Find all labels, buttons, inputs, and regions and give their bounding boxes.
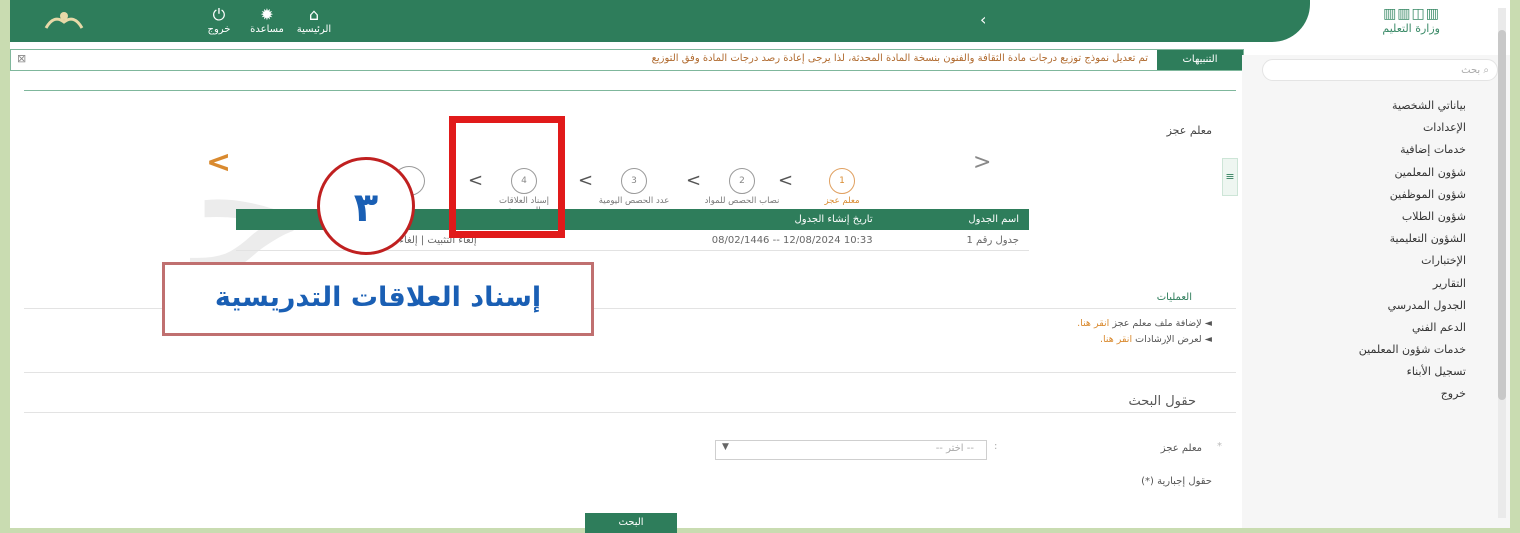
divider [24, 372, 1236, 373]
search-button[interactable]: البحث [585, 513, 677, 533]
ticker-tag: التنبيهات [1157, 50, 1243, 70]
content-top-border [24, 90, 1236, 91]
teacher-field-label: معلم عجز [1160, 443, 1202, 454]
chevron-down-icon: ▼ [722, 442, 729, 452]
field-colon: : [994, 441, 998, 452]
sidebar-item-child-registration[interactable]: تسجيل الأبناء [1242, 361, 1510, 383]
app-frame: ﺣ ⏻ خروج ✹ مساعدة ⌂ الرئيسية ‹ ▥▥◫▥ وز [10, 0, 1510, 533]
step-label: نصاب الحصص للمواد [704, 196, 780, 206]
guidelines-link[interactable]: انقر هنا. [1100, 334, 1132, 345]
search-section-title: حقول البحث [1128, 394, 1196, 409]
teacher-select[interactable]: ▼ -- اختر -- [715, 440, 987, 460]
sidebar-search-input[interactable]: بحث ⌕ [1262, 59, 1498, 81]
sidebar-menu: بياناتي الشخصية الإعدادات خدمات إضافية ش… [1242, 95, 1510, 406]
close-icon[interactable]: ⊠ [17, 52, 26, 65]
page-title: معلم عجز [1166, 124, 1212, 137]
gear-icon: ✹ [260, 5, 274, 24]
column-header: اسم الجدول [882, 209, 1029, 230]
logout-label: خروج [207, 24, 231, 35]
power-icon: ⏻ [212, 5, 226, 24]
add-teacher-operation: ◄ لإضافة ملف معلم عجز انقر هنا. [1077, 318, 1212, 329]
step-number: 3 [621, 168, 647, 194]
sidebar-item-tech-support[interactable]: الدعم الفني [1242, 317, 1510, 339]
sidebar-item-extra-services[interactable]: خدمات إضافية [1242, 139, 1510, 161]
wizard-step-3[interactable]: 3 عدد الحصص اليومية [594, 168, 674, 206]
divider [24, 412, 1236, 413]
home-icon: ⌂ [308, 5, 320, 24]
sidebar-item-educational-affairs[interactable]: الشؤون التعليمية [1242, 228, 1510, 250]
step-number: 2 [729, 168, 755, 194]
sidebar-item-school-schedule[interactable]: الجدول المدرسي [1242, 295, 1510, 317]
callout-label: إسناد العلاقات التدريسية [162, 262, 594, 336]
home-button[interactable]: ⌂ الرئيسية [290, 5, 338, 36]
sidebar-item-students[interactable]: شؤون الطلاب [1242, 206, 1510, 228]
noor-logo-icon [44, 12, 84, 29]
step-label: معلم عجز [824, 196, 860, 206]
sidebar-item-employees[interactable]: شؤون الموظفين [1242, 184, 1510, 206]
help-label: مساعدة [250, 24, 284, 35]
ticker-text[interactable]: تم تعديل نموذج توزيع درجات مادة الثقافة … [652, 53, 1148, 64]
sidebar-item-exams[interactable]: الإختبارات [1242, 250, 1510, 272]
search-icon: ⌕ [1483, 65, 1489, 76]
step-number-callout: ٣ [317, 157, 415, 255]
required-fields-note: (*) حقول إجبارية [1141, 476, 1212, 487]
step-label: عدد الحصص اليومية [598, 196, 670, 206]
step-number: 1 [829, 168, 855, 194]
guidelines-operation: ◄ لعرض الإرشادات انقر هنا. [1100, 334, 1212, 345]
table-cell: جدول رقم 1 [882, 230, 1029, 251]
step-arrow-icon: < [578, 170, 594, 191]
operation-text: ◄ لعرض الإرشادات [1135, 334, 1212, 345]
sidebar-item-settings[interactable]: الإعدادات [1242, 117, 1510, 139]
wizard-step-1[interactable]: 1 معلم عجز [802, 168, 882, 206]
step-arrow-icon: < [686, 170, 702, 191]
required-marker: * [1217, 441, 1222, 452]
sidebar: بحث ⌕ بياناتي الشخصية الإعدادات خدمات إض… [1242, 55, 1510, 528]
operations-title: العمليات [1156, 292, 1192, 303]
operation-text: ◄ لإضافة ملف معلم عجز [1112, 318, 1212, 329]
select-placeholder: -- اختر -- [935, 443, 974, 454]
wizard-next-arrow-icon[interactable]: < [206, 145, 231, 180]
sidebar-toggle-handle[interactable]: ≡ [1222, 158, 1238, 196]
top-bar-green: ⏻ خروج ✹ مساعدة ⌂ الرئيسية ‹ [10, 0, 1310, 42]
sidebar-item-logout[interactable]: خروج [1242, 383, 1510, 405]
highlight-box [449, 116, 565, 238]
wizard-step-2[interactable]: 2 نصاب الحصص للمواد [702, 168, 782, 206]
sidebar-item-personal[interactable]: بياناتي الشخصية [1242, 95, 1510, 117]
search-placeholder: بحث [1461, 65, 1481, 76]
add-teacher-link[interactable]: انقر هنا. [1077, 318, 1109, 329]
help-button[interactable]: ✹ مساعدة [243, 5, 291, 36]
ministry-name: وزارة التعليم [1382, 22, 1440, 35]
sidebar-item-reports[interactable]: التقارير [1242, 273, 1510, 295]
top-bar: ⏻ خروج ✹ مساعدة ⌂ الرئيسية ‹ ▥▥◫▥ وزارة … [10, 0, 1510, 46]
sidebar-item-teacher-services[interactable]: خدمات شؤون المعلمين [1242, 339, 1510, 361]
ministry-logo: ▥▥◫▥ وزارة التعليم [1300, 6, 1440, 35]
home-label: الرئيسية [296, 24, 332, 35]
logout-button[interactable]: ⏻ خروج [195, 5, 243, 36]
sidebar-item-teachers[interactable]: شؤون المعلمين [1242, 162, 1510, 184]
announcement-ticker: ⊠ تم تعديل نموذج توزيع درجات مادة الثقاف… [10, 49, 1244, 71]
wizard-prev-arrow-icon[interactable]: > [973, 150, 991, 175]
scrollbar-thumb[interactable] [1498, 30, 1506, 400]
collapse-chevron-icon[interactable]: ‹ [980, 10, 986, 29]
